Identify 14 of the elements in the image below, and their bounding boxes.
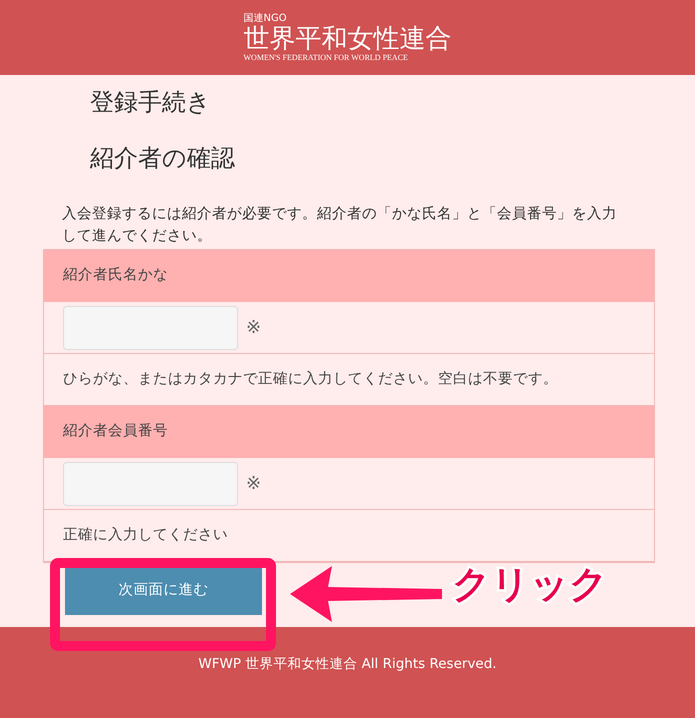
input-field[interactable] [63, 462, 238, 506]
required-mark: ※ [246, 316, 262, 340]
page-title: 登録手続き [90, 87, 212, 118]
description: 入会登録するには紹介者が必要です。紹介者の「かな氏名」と「会員番号」を入力して進んでください。 [62, 205, 618, 246]
required-mark: ※ [246, 472, 262, 496]
field-label: 紹介者氏名かな [44, 250, 654, 302]
copyright: WFWP 世界平和女性連合 All Rights Reserved. [198, 655, 497, 674]
arrow-icon [290, 565, 442, 623]
logo[interactable]: 国連NGO 世界平和女性連合 WOMEN'S FEDERATION FOR WORLD PEACE [244, 14, 452, 62]
page-title: 紹介者の確認 [90, 143, 236, 174]
field-label: 紹介者会員番号 [44, 406, 654, 458]
field-note: 正確に入力してください [44, 510, 654, 562]
input-field[interactable] [63, 306, 238, 350]
annotation-label: クリック [452, 561, 608, 608]
